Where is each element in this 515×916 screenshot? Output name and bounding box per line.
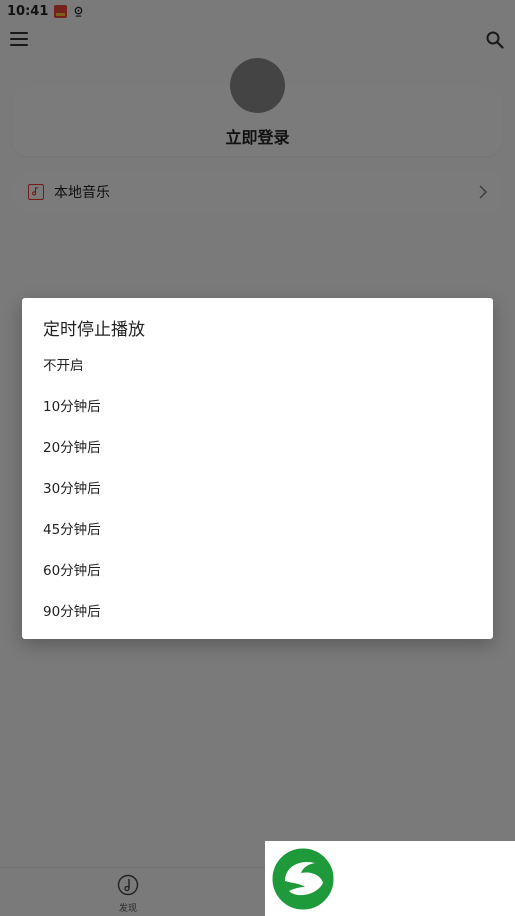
- timer-option-60[interactable]: 60分钟后: [22, 552, 493, 586]
- timer-option-45[interactable]: 45分钟后: [22, 511, 493, 545]
- dialog-title: 定时停止播放: [43, 320, 145, 340]
- sleep-timer-dialog: 定时停止播放 不开启 10分钟后 20分钟后 30分钟后 45分钟后 60分钟后…: [22, 298, 493, 639]
- timer-option-off[interactable]: 不开启: [22, 347, 493, 381]
- timer-option-90[interactable]: 90分钟后: [22, 593, 493, 627]
- timer-option-30[interactable]: 30分钟后: [22, 470, 493, 504]
- watermark-logo: [265, 841, 515, 916]
- timer-option-20[interactable]: 20分钟后: [22, 429, 493, 463]
- timer-option-10[interactable]: 10分钟后: [22, 388, 493, 422]
- app-screen: 10:41 立即登录 本地音乐: [0, 0, 515, 916]
- leaf-logo-icon: [272, 848, 334, 910]
